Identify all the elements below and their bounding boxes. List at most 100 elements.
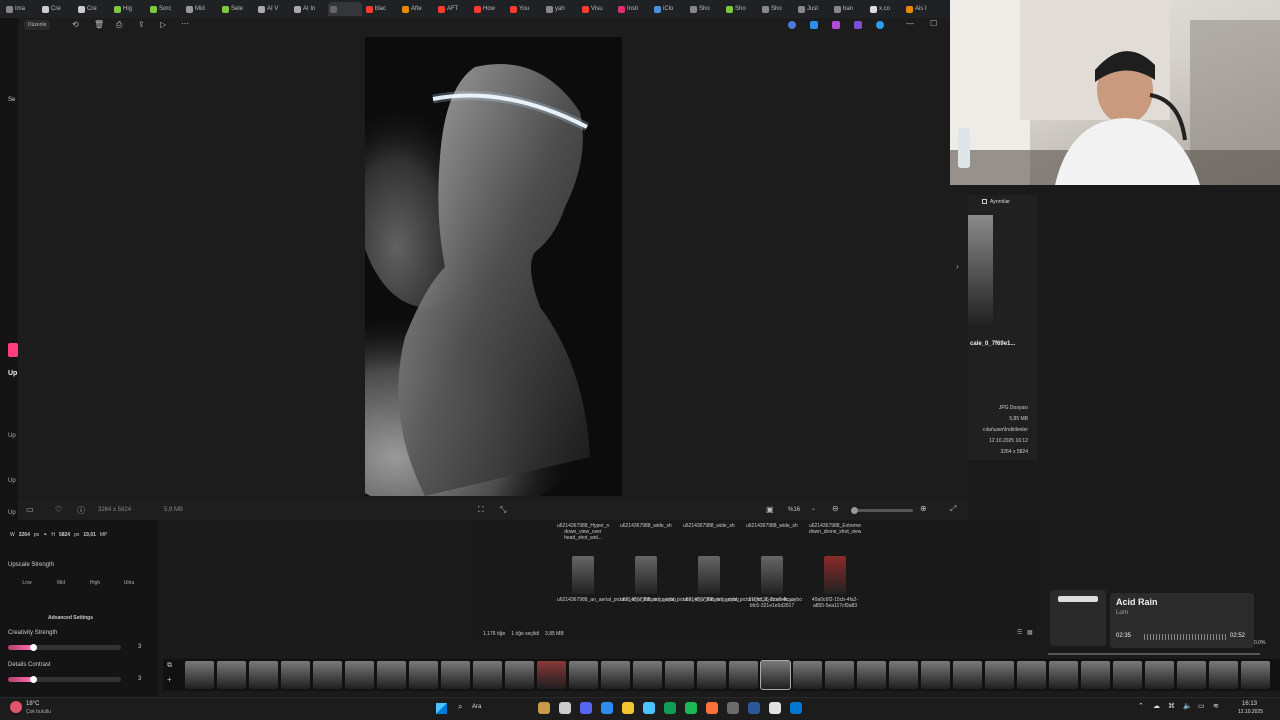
edge-icon[interactable] [601, 702, 613, 714]
filmstrip-thumbnail[interactable] [217, 661, 246, 689]
filmstrip-select-icon[interactable]: ⧉ [167, 662, 172, 670]
browser-tab[interactable]: You [508, 2, 542, 16]
browser-tab[interactable] [328, 2, 362, 16]
filmstrip-thumbnail[interactable] [760, 660, 791, 690]
details-button[interactable]: Ayrıntılar [990, 199, 1010, 205]
filmstrip-add-icon[interactable]: + [167, 675, 172, 684]
browser-tab[interactable]: Sho [688, 2, 722, 16]
filmstrip-thumbnail[interactable] [985, 661, 1014, 689]
browser-tab[interactable]: Ais I [904, 2, 938, 16]
link-icon[interactable]: ⚭ [43, 532, 47, 538]
filmstrip-thumbnail[interactable] [825, 661, 854, 689]
display-icon[interactable]: ▭ [1198, 702, 1205, 710]
network-icon[interactable]: ⌘ [1168, 702, 1175, 710]
strength-option[interactable]: Low [10, 580, 44, 586]
filmstrip-thumbnail[interactable] [1049, 661, 1078, 689]
share-icon[interactable]: ⇪ [138, 20, 145, 29]
filmstrip-thumbnail[interactable] [569, 661, 598, 689]
strength-option[interactable]: High [78, 580, 112, 586]
wifi-icon[interactable]: ≋ [1213, 702, 1219, 710]
filmstrip-thumbnail[interactable] [313, 661, 342, 689]
discord-icon[interactable] [580, 702, 592, 714]
filmstrip-thumbnail[interactable] [185, 661, 214, 689]
height-value[interactable]: 5824 [59, 532, 70, 538]
crop-icon[interactable]: ⤡ [500, 505, 506, 515]
filmstrip-thumbnail[interactable] [729, 661, 758, 689]
filmstrip-thumbnail[interactable] [1241, 661, 1270, 689]
browser-tab[interactable]: Hig [112, 2, 146, 16]
browser-tab[interactable]: x.co [868, 2, 902, 16]
browser-tab[interactable]: AI V [256, 2, 290, 16]
filmstrip-thumbnail[interactable] [889, 661, 918, 689]
creativity-slider-knob[interactable] [29, 644, 37, 651]
filmstrip-thumbnail[interactable] [345, 661, 374, 689]
browser-tab[interactable]: Sele [220, 2, 254, 16]
firefox-icon[interactable] [706, 702, 718, 714]
more-icon[interactable]: ⋯ [181, 19, 189, 28]
file-item[interactable]: u6214367988_Hyper_realistic_Top-down_vie… [557, 523, 676, 603]
browser-tab[interactable]: Just [796, 2, 830, 16]
filmstrip-thumbnail[interactable] [921, 661, 950, 689]
file-explorer-icon[interactable] [622, 702, 634, 714]
edit-button[interactable]: Düzenle [24, 20, 51, 30]
details-contrast-slider[interactable] [8, 676, 121, 683]
favorite-icon[interactable]: ♡ [55, 505, 62, 514]
edge-icon[interactable] [788, 21, 796, 29]
rotate-icon[interactable]: ⟲ [72, 20, 79, 29]
zoom-out-icon[interactable]: ⊖ [832, 504, 839, 513]
filmstrip-thumbnail[interactable] [665, 661, 694, 689]
browser-tab[interactable]: Mid [184, 2, 218, 16]
minimize-icon[interactable]: — [906, 19, 914, 28]
width-value[interactable]: 3264 [19, 532, 30, 538]
photos-icon[interactable] [790, 702, 802, 714]
fit-icon[interactable]: ⛶ [478, 505, 484, 515]
filmstrip-thumbnail[interactable] [1113, 661, 1142, 689]
next-image-icon[interactable]: › [956, 262, 959, 271]
filmstrip-thumbnail[interactable] [1017, 661, 1046, 689]
browser-icon[interactable] [643, 702, 655, 714]
app-icon[interactable] [832, 21, 840, 29]
filmstrip-thumbnail[interactable] [1177, 661, 1206, 689]
strength-option[interactable]: Mid [44, 580, 78, 586]
browser-tab[interactable]: Sorc [148, 2, 182, 16]
browser-tab[interactable]: iClo [652, 2, 686, 16]
filmstrip-thumbnail[interactable] [473, 661, 502, 689]
media-progress-bar[interactable] [1048, 653, 1260, 655]
browser-tab[interactable]: Insti [616, 2, 650, 16]
actual-size-icon[interactable]: ▣ [766, 505, 774, 514]
filmstrip-thumbnail[interactable] [281, 661, 310, 689]
app-icon[interactable] [810, 21, 818, 29]
filmstrip-thumbnail[interactable] [793, 661, 822, 689]
file-item[interactable]: u6214367988_Extreme_wide_top-down_drone_… [809, 523, 861, 609]
browser-tab[interactable]: Ima [4, 2, 38, 16]
details-view-icon[interactable]: ☰ [1017, 629, 1022, 636]
filmstrip-thumbnail[interactable] [409, 661, 438, 689]
search-box[interactable]: Ara [472, 704, 481, 710]
zoom-in-icon[interactable]: ⊕ [920, 504, 927, 513]
maximize-icon[interactable]: ☐ [930, 19, 937, 28]
zoom-level[interactable]: %16 [788, 507, 800, 513]
strength-segmented-control[interactable]: Low Mid High Ultra [10, 580, 146, 586]
task-view-icon[interactable] [559, 702, 571, 714]
info-icon[interactable]: ⓘ [77, 505, 85, 516]
zoom-dropdown-icon[interactable]: ⌄ [811, 505, 816, 512]
zoom-slider[interactable] [851, 507, 913, 514]
fullscreen-icon[interactable]: ⤢ [950, 504, 956, 514]
cloud-icon[interactable]: ☁ [1153, 702, 1160, 710]
capcut-icon[interactable] [769, 702, 781, 714]
browser-tab[interactable]: blac [364, 2, 398, 16]
filmstrip-thumbnail[interactable] [1209, 661, 1238, 689]
filmstrip-thumbnail[interactable] [633, 661, 662, 689]
browser-tab[interactable]: Cre [40, 2, 74, 16]
filmstrip-thumbnail[interactable] [377, 661, 406, 689]
filmstrip-thumbnail[interactable] [505, 661, 534, 689]
delete-icon[interactable]: 🗑 [94, 20, 104, 29]
app-icon[interactable] [854, 21, 862, 29]
browser-tab[interactable]: Visu [580, 2, 614, 16]
strength-option[interactable]: Ultra [112, 580, 146, 586]
filmstrip-thumbnail[interactable] [601, 661, 630, 689]
browser-tab[interactable]: yah [544, 2, 578, 16]
filmstrip-thumbnail[interactable] [441, 661, 470, 689]
file-item[interactable]: u6214367988_wide_shot_of_a_cyborg_goddes… [620, 523, 739, 603]
tray-chevron-icon[interactable]: ⌃ [1138, 702, 1144, 710]
